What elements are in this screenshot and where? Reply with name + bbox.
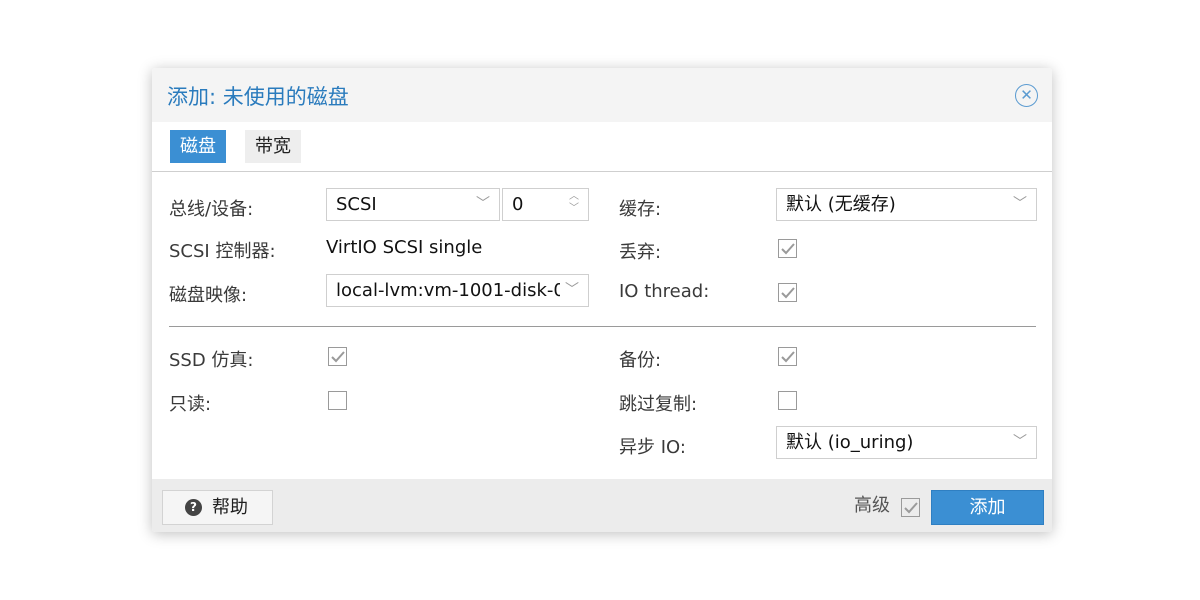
chevron-down-icon: ﹀ bbox=[1013, 196, 1027, 212]
cache-label: 缓存: bbox=[619, 199, 662, 220]
chevron-down-icon: ﹀ bbox=[565, 282, 579, 298]
help-button[interactable]: ? 帮助 bbox=[162, 490, 273, 525]
backup-label: 备份: bbox=[619, 350, 662, 371]
bus-select[interactable]: SCSI ﹀ bbox=[326, 188, 500, 221]
cache-select-value: 默认 (无缓存) bbox=[786, 194, 896, 215]
device-index-value: 0 bbox=[512, 194, 524, 215]
close-icon[interactable]: ✕ bbox=[1015, 84, 1038, 107]
async-io-value: 默认 (io_uring) bbox=[786, 432, 914, 453]
help-button-label: 帮助 bbox=[212, 497, 248, 518]
add-disk-dialog: 添加: 未使用的磁盘 ✕ 磁盘 带宽 总线/设备: SCSI ﹀ 0 ︿ ﹀ SC… bbox=[152, 68, 1052, 532]
io-thread-checkbox[interactable] bbox=[778, 283, 797, 302]
async-io-select[interactable]: 默认 (io_uring) ﹀ bbox=[776, 426, 1037, 459]
tab-disk[interactable]: 磁盘 bbox=[170, 130, 226, 163]
check-icon bbox=[781, 243, 795, 255]
section-divider bbox=[169, 326, 1036, 327]
tab-bandwidth[interactable]: 带宽 bbox=[245, 130, 301, 163]
check-icon bbox=[904, 502, 918, 514]
check-icon bbox=[781, 351, 795, 363]
dialog-title: 添加: 未使用的磁盘 bbox=[167, 85, 349, 109]
disk-image-select[interactable]: local-lvm:vm-1001-disk-0 ﹀ bbox=[326, 274, 589, 307]
discard-label: 丢弃: bbox=[619, 242, 662, 263]
chevron-down-icon: ﹀ bbox=[1013, 434, 1027, 450]
ssd-emulation-checkbox[interactable] bbox=[328, 347, 347, 366]
add-button[interactable]: 添加 bbox=[931, 490, 1044, 525]
cache-select[interactable]: 默认 (无缓存) ﹀ bbox=[776, 188, 1037, 221]
device-index-spinner[interactable]: 0 ︿ ﹀ bbox=[502, 188, 589, 221]
check-icon bbox=[331, 351, 345, 363]
dialog-footer: ? 帮助 高级 添加 bbox=[152, 479, 1052, 532]
io-thread-label: IO thread: bbox=[619, 281, 710, 302]
discard-checkbox[interactable] bbox=[778, 239, 797, 258]
read-only-checkbox[interactable] bbox=[328, 391, 347, 410]
spinner-arrows-icon[interactable]: ︿ ﹀ bbox=[569, 191, 579, 215]
scsi-controller-label: SCSI 控制器: bbox=[169, 241, 276, 262]
disk-image-label: 磁盘映像: bbox=[169, 285, 248, 306]
skip-replication-checkbox[interactable] bbox=[778, 391, 797, 410]
advanced-checkbox[interactable] bbox=[901, 498, 920, 517]
read-only-label: 只读: bbox=[169, 394, 212, 415]
chevron-down-icon: ﹀ bbox=[476, 196, 490, 212]
tab-bar: 磁盘 带宽 bbox=[152, 122, 1052, 172]
dialog-titlebar: 添加: 未使用的磁盘 ✕ bbox=[152, 68, 1052, 122]
disk-image-value: local-lvm:vm-1001-disk-0 bbox=[336, 280, 560, 301]
check-icon bbox=[781, 287, 795, 299]
backup-checkbox[interactable] bbox=[778, 347, 797, 366]
bus-device-label: 总线/设备: bbox=[169, 199, 254, 220]
async-io-label: 异步 IO: bbox=[619, 437, 686, 458]
scsi-controller-value: VirtIO SCSI single bbox=[326, 237, 483, 258]
skip-replication-label: 跳过复制: bbox=[619, 394, 698, 415]
bus-select-value: SCSI bbox=[336, 194, 377, 215]
question-circle-icon: ? bbox=[185, 499, 202, 516]
ssd-emulation-label: SSD 仿真: bbox=[169, 350, 254, 371]
